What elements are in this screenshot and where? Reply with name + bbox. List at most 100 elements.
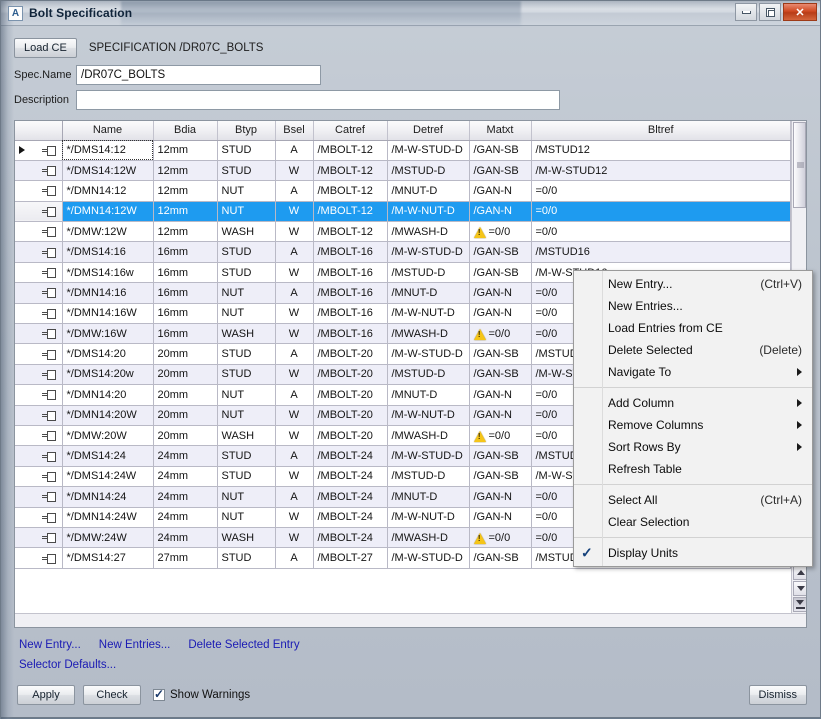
cell-matxt[interactable]: /GAN-SB <box>469 445 532 467</box>
cell-name[interactable]: */DMN14:12 <box>62 180 154 202</box>
scrollbar-thumb[interactable] <box>793 122 806 208</box>
row-header-cell[interactable] <box>15 527 63 549</box>
cell-btyp[interactable]: STUD <box>217 140 276 161</box>
cell-detref[interactable]: /MSTUD-D <box>387 160 470 182</box>
cell-name[interactable]: */DMN14:16W <box>62 303 154 325</box>
cell-btyp[interactable]: STUD <box>217 262 276 284</box>
column-header-matxt[interactable]: Matxt <box>469 121 532 141</box>
cell-catref[interactable]: /MBOLT-20 <box>313 384 388 406</box>
row-header-cell[interactable] <box>15 384 63 406</box>
cell-btyp[interactable]: STUD <box>217 160 276 182</box>
row-header-cell[interactable] <box>15 201 63 223</box>
cell-catref[interactable]: /MBOLT-12 <box>313 201 388 223</box>
spec-name-input[interactable] <box>76 65 321 85</box>
cell-bsel[interactable]: A <box>275 343 314 365</box>
cell-btyp[interactable]: STUD <box>217 547 276 569</box>
row-header-cell[interactable] <box>15 262 63 284</box>
table-row[interactable]: */DMN14:12W 12mm NUT W/MBOLT-12/M-W-NUT-D/G… <box>15 201 791 223</box>
cell-bsel[interactable]: A <box>275 384 314 406</box>
cell-matxt[interactable]: /GAN-SB <box>469 547 532 569</box>
cell-matxt[interactable]: =0/0 <box>469 425 532 447</box>
table-row[interactable]: */DMN14:12 12mm NUT A/MBOLT-12/MNUT-D/GAN-N… <box>15 180 791 202</box>
cell-catref[interactable]: /MBOLT-24 <box>313 507 388 528</box>
description-input[interactable] <box>76 90 560 110</box>
cell-bdia[interactable]: 20mm <box>153 384 218 406</box>
cell-catref[interactable]: /MBOLT-20 <box>313 364 388 386</box>
cell-bsel[interactable]: W <box>275 507 314 528</box>
cell-catref[interactable]: /MBOLT-12 <box>313 160 388 182</box>
cell-catref[interactable]: /MBOLT-16 <box>313 262 388 284</box>
cell-catref[interactable]: /MBOLT-24 <box>313 445 388 467</box>
cell-btyp[interactable]: NUT <box>217 486 276 508</box>
cell-matxt[interactable]: /GAN-N <box>469 180 532 202</box>
cell-bsel[interactable]: A <box>275 547 314 569</box>
scroll-up-button[interactable] <box>793 565 806 580</box>
cell-detref[interactable]: /M-W-STUD-D <box>387 343 470 365</box>
menu-item-delete-selected[interactable]: Delete Selected (Delete) <box>574 339 812 361</box>
cell-detref[interactable]: /MNUT-D <box>387 180 470 202</box>
cell-bdia[interactable]: 12mm <box>153 160 218 182</box>
cell-name[interactable]: */DMN14:20 <box>62 384 154 406</box>
menu-item-clear-selection[interactable]: Clear Selection <box>574 511 812 533</box>
maximize-button[interactable] <box>759 3 781 21</box>
cell-detref[interactable]: /M-W-STUD-D <box>387 241 470 263</box>
cell-btyp[interactable]: STUD <box>217 364 276 386</box>
cell-matxt[interactable]: =0/0 <box>469 221 532 243</box>
check-button[interactable]: Check <box>83 685 141 705</box>
cell-bdia[interactable]: 24mm <box>153 466 218 488</box>
cell-matxt[interactable]: /GAN-N <box>469 405 532 426</box>
column-header-bltref[interactable]: Bltref <box>531 121 791 141</box>
cell-catref[interactable]: /MBOLT-20 <box>313 405 388 426</box>
cell-bltref[interactable]: =0/0 <box>531 221 791 243</box>
link-delete-selected-entry[interactable]: Delete Selected Entry <box>188 639 299 651</box>
table-row[interactable]: */DMW:12W12mmWASHW/MBOLT-12/MWASH-D =0/0 =… <box>15 221 791 243</box>
menu-item-new-entries[interactable]: New Entries... <box>574 295 812 317</box>
show-warnings-checkbox[interactable]: Show Warnings <box>153 687 250 701</box>
cell-detref[interactable]: /MNUT-D <box>387 486 470 508</box>
cell-bdia[interactable]: 16mm <box>153 282 218 304</box>
cell-detref[interactable]: /M-W-STUD-D <box>387 445 470 467</box>
cell-bsel[interactable]: W <box>275 160 314 182</box>
cell-detref[interactable]: /MSTUD-D <box>387 262 470 284</box>
cell-catref[interactable]: /MBOLT-24 <box>313 486 388 508</box>
cell-btyp[interactable]: WASH <box>217 221 276 243</box>
apply-button[interactable]: Apply <box>17 685 75 705</box>
load-ce-button[interactable]: Load CE <box>14 38 77 58</box>
link-new-entries[interactable]: New Entries... <box>99 639 171 651</box>
cell-name[interactable]: */DMS14:27 <box>62 547 154 569</box>
row-header-cell[interactable] <box>15 323 63 345</box>
cell-detref[interactable]: /MWASH-D <box>387 425 470 447</box>
cell-bdia[interactable]: 12mm <box>153 140 218 161</box>
cell-bsel[interactable]: W <box>275 405 314 426</box>
cell-bsel[interactable]: W <box>275 201 314 223</box>
cell-name[interactable]: */DMW:16W <box>62 323 154 345</box>
row-header-cell[interactable] <box>15 221 63 243</box>
cell-detref[interactable]: /MSTUD-D <box>387 466 470 488</box>
row-header-cell[interactable] <box>15 405 63 426</box>
row-header-cell[interactable] <box>15 466 63 488</box>
cell-btyp[interactable]: WASH <box>217 527 276 549</box>
cell-matxt[interactable]: /GAN-N <box>469 282 532 304</box>
column-header-bsel[interactable]: Bsel <box>275 121 314 141</box>
cell-name[interactable]: */DMW:12W <box>62 221 154 243</box>
cell-matxt[interactable]: /GAN-SB <box>469 364 532 386</box>
cell-btyp[interactable]: NUT <box>217 303 276 325</box>
cell-detref[interactable]: /MWASH-D <box>387 323 470 345</box>
cell-name[interactable]: */DMS14:20w <box>62 364 154 386</box>
cell-bsel[interactable]: A <box>275 180 314 202</box>
menu-item-new-entry[interactable]: New Entry... (Ctrl+V) <box>574 273 812 295</box>
cell-bdia[interactable]: 12mm <box>153 180 218 202</box>
cell-bdia[interactable]: 24mm <box>153 507 218 528</box>
cell-detref[interactable]: /M-W-NUT-D <box>387 201 470 223</box>
cell-name[interactable]: */DMS14:16 <box>62 241 154 263</box>
cell-name[interactable]: */DMS14:16w <box>62 262 154 284</box>
table-horizontal-scrollbar[interactable] <box>15 613 806 627</box>
cell-matxt[interactable]: /GAN-SB <box>469 241 532 263</box>
cell-bdia[interactable]: 20mm <box>153 364 218 386</box>
minimize-button[interactable] <box>735 3 757 21</box>
cell-name[interactable]: */DMW:24W <box>62 527 154 549</box>
cell-bsel[interactable]: A <box>275 486 314 508</box>
cell-name[interactable]: */DMS14:24 <box>62 445 154 467</box>
cell-detref[interactable]: /M-W-NUT-D <box>387 507 470 528</box>
cell-catref[interactable]: /MBOLT-20 <box>313 425 388 447</box>
